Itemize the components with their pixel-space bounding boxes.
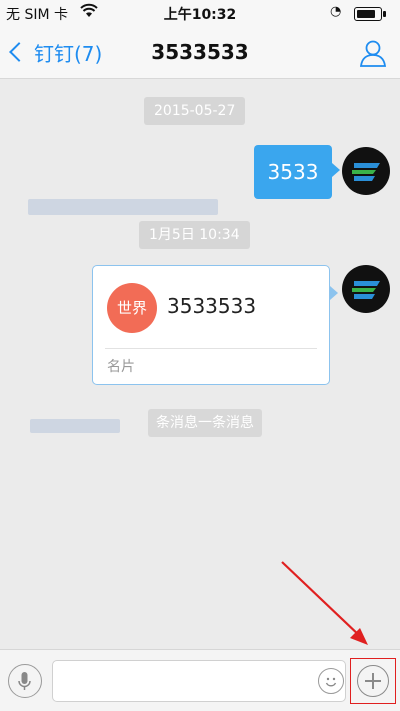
contact-card-type: 名片: [107, 359, 135, 375]
rotation-lock-icon: ◔: [330, 4, 342, 19]
sender-avatar[interactable]: [342, 147, 390, 195]
date-separator: 1月5日 10:34: [139, 221, 250, 249]
blurred-text: [28, 199, 218, 215]
chat-area[interactable]: 2015-05-27 3533 1月5日 10:34 世界 3533533 名片…: [0, 79, 400, 649]
profile-icon[interactable]: [358, 38, 388, 68]
date-separator: 2015-05-27: [144, 97, 246, 125]
chat-title: 3533533: [151, 40, 249, 64]
emoji-button[interactable]: [318, 668, 344, 694]
contact-card-message[interactable]: 世界 3533533 名片: [92, 265, 338, 385]
blurred-text: [30, 419, 120, 433]
contact-card-badge: 世界: [107, 283, 157, 333]
status-bar: 无 SIM 卡 上午10:32 ◔: [0, 0, 400, 26]
message-input-bar: [0, 649, 400, 711]
sent-text-message[interactable]: 3533: [254, 145, 340, 199]
system-notice: 条消息一条消息: [148, 409, 262, 437]
voice-button[interactable]: [8, 664, 42, 698]
card-divider: [105, 348, 317, 349]
sender-avatar[interactable]: [342, 265, 390, 313]
message-input[interactable]: [52, 660, 346, 702]
navigation-bar: 钉钉(7) 3533533: [0, 26, 400, 79]
avatar-logo-icon: [352, 281, 380, 299]
battery-icon: [354, 7, 386, 21]
avatar-logo-icon: [352, 163, 380, 181]
more-options-button[interactable]: [357, 665, 389, 697]
contact-card-name: 3533533: [167, 294, 257, 318]
smiley-icon: [325, 677, 337, 687]
highlight-box: [350, 658, 396, 704]
microphone-icon: [18, 672, 31, 690]
